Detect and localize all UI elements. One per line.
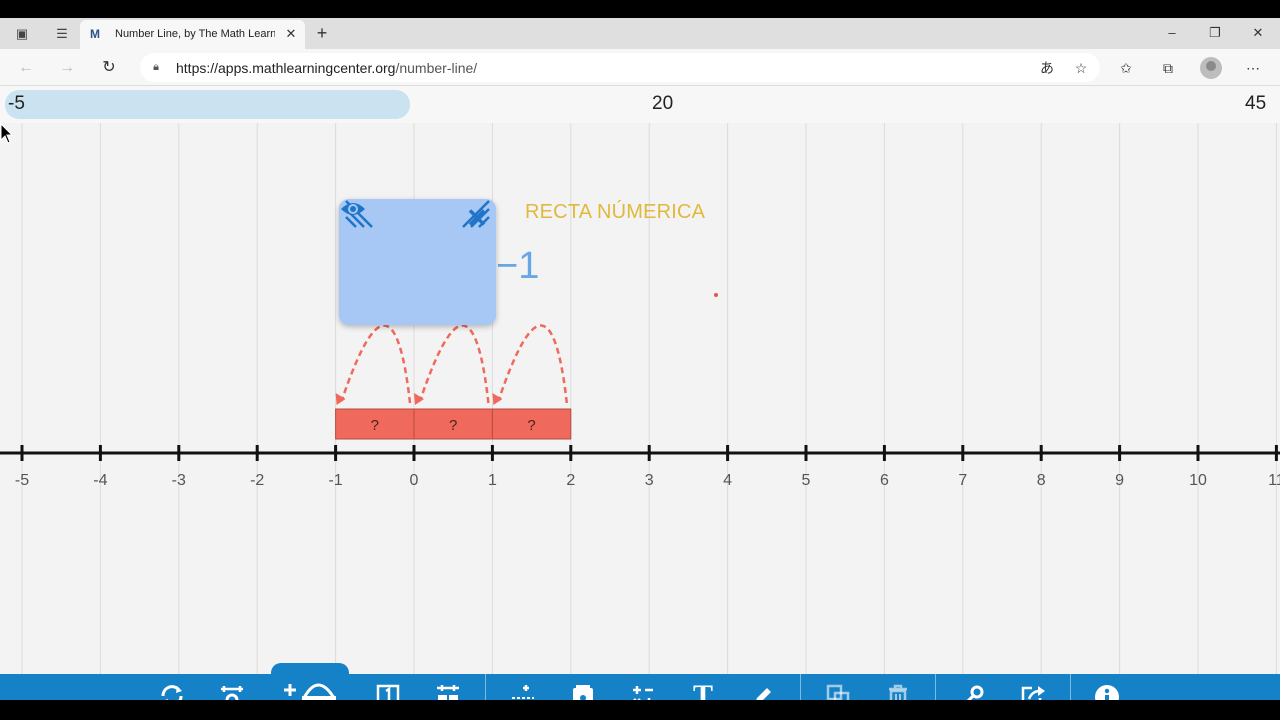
toolbar-separator [800,674,801,700]
pen-icon[interactable] [741,674,785,700]
url-path: /number-line/ [395,60,478,76]
restore-button[interactable]: ❐ [1203,23,1227,43]
tick-label: -4 [93,472,107,489]
tick-label: 2 [566,472,575,489]
range-max-label: 45 [1245,93,1267,114]
range-mid-label: 20 [652,93,674,114]
settings-icon[interactable] [210,674,254,700]
tool-bar: T [0,663,1280,700]
toolbar-separator [1070,674,1071,700]
refresh-icon[interactable] [150,674,194,700]
resize-grip-right-icon[interactable] [461,199,491,229]
card-icon[interactable] [561,674,605,700]
toolbar-separator [485,674,486,700]
marker-dot [714,293,718,297]
favorites-icon[interactable]: ✩ [1115,57,1137,79]
more-options-icon[interactable]: ⋯ [1242,57,1264,79]
range-min-label: -5 [8,93,25,114]
url-host: https://apps.mathlearningcenter.org [176,60,396,76]
jump-arrowhead [414,393,424,405]
tick-label: 1 [488,472,497,489]
tick-label: 10 [1189,472,1207,489]
jump-arrowhead [492,393,503,405]
tick-label: 11 [1268,472,1280,489]
add-favorite-icon[interactable]: ☆ [1070,57,1092,79]
mouse-cursor-icon [0,123,14,144]
tick-label: -3 [172,472,186,489]
tick-label: 6 [880,472,889,489]
jump-arc [497,324,569,404]
browser-tab[interactable]: M Number Line, by The Math Learn ✕ [80,20,305,49]
tab-title: Number Line, by The Math Learn [115,28,275,40]
browser-window: ▣ ☰ M Number Line, by The Math Learn ✕ +… [0,18,1280,700]
add-jump-icon[interactable] [280,666,336,700]
forward-icon[interactable]: → [56,57,78,79]
vertical-tabs-icon[interactable]: ☰ [52,24,72,44]
workspace[interactable]: -5 -4 -3 -2 -1 0 1 2 3 4 5 6 7 8 9 10 11??? RECTA NÚMERI… [0,123,1280,700]
toolbar-separator [935,674,936,700]
jump-arc [340,324,412,404]
lock-icon: 🔒︎ [153,61,159,73]
jump-bar-label: ? [371,417,379,434]
tick-label: 0 [410,472,419,489]
text-icon[interactable]: T [681,674,725,700]
collections-icon[interactable]: ⧉ [1157,57,1179,79]
tab-close-icon[interactable]: ✕ [283,26,299,42]
number-box-icon[interactable] [366,674,410,700]
grid-icon[interactable] [426,674,470,700]
tick-label: -2 [250,472,264,489]
hidden-card-value: −1 [496,245,540,287]
duplicate-icon[interactable] [816,674,860,700]
jump-bar-label: ? [527,417,535,434]
range-bar: -5 20 45 [0,86,1280,123]
page-title[interactable]: RECTA NÚMERICA [525,201,705,224]
tab-bar: ▣ ☰ M Number Line, by The Math Learn ✕ +… [0,18,1280,49]
tick-label: 9 [1115,472,1124,489]
add-tiles-icon[interactable] [501,674,545,700]
trash-icon[interactable] [876,674,920,700]
tick-label: 7 [958,472,967,489]
eye-icon[interactable] [339,199,367,219]
jump-arc [418,324,490,404]
window-menu-icon[interactable]: ▣ [12,24,32,44]
new-tab-button[interactable]: + [312,23,332,43]
profile-avatar[interactable] [1200,57,1222,79]
tick-label: 5 [802,472,811,489]
share-icon[interactable] [1011,674,1055,700]
tick-label: -1 [328,472,342,489]
jump-bar-label: ? [449,417,457,434]
url-field[interactable]: 🔒︎ https://apps.mathlearningcenter.org/n… [140,53,1100,82]
tick-label: -5 [15,472,29,489]
operations-icon[interactable] [621,674,665,700]
hide-card[interactable]: ✕ [339,199,496,325]
jump-arrowhead [335,393,346,405]
key-icon[interactable] [951,674,995,700]
tick-label: 4 [723,472,732,489]
close-window-button[interactable]: ✕ [1246,23,1270,43]
tick-label: 8 [1037,472,1046,489]
range-slider[interactable] [5,90,410,119]
mlc-favicon-icon: M [90,27,100,41]
tick-label: 3 [645,472,654,489]
minimize-button[interactable]: – [1160,23,1184,43]
number-line-app: -5 20 45 -5-4-3-2-101234567891011??? REC… [0,86,1280,700]
address-bar: ← → ↻ 🔒︎ https://apps.mathlearningcenter… [0,49,1280,86]
reload-icon[interactable]: ↻ [98,57,120,79]
back-icon[interactable]: ← [15,57,37,79]
translate-icon[interactable]: あ [1036,57,1058,79]
info-icon[interactable] [1085,674,1129,700]
